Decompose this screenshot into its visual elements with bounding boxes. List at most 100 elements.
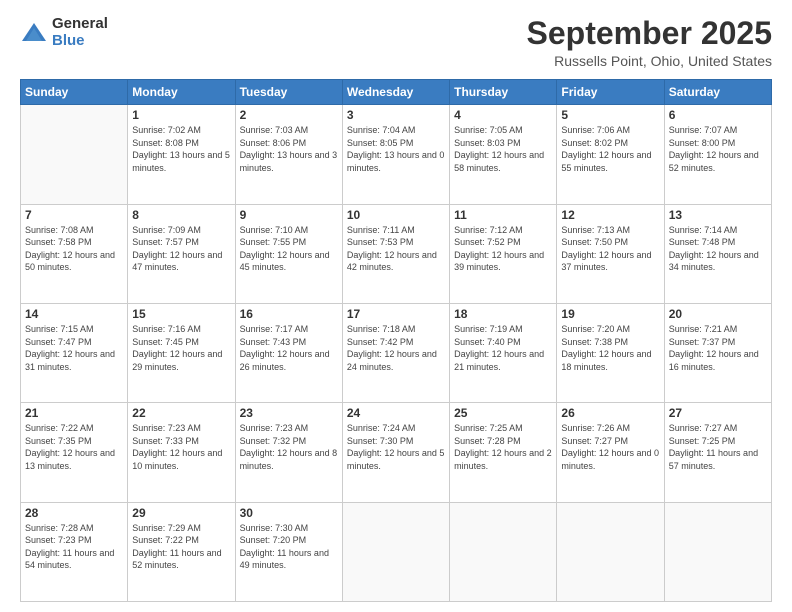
day-cell: 3 Sunrise: 7:04 AMSunset: 8:05 PMDaylight… xyxy=(342,105,449,204)
day-cell: 6Sunrise: 7:07 AMSunset: 8:00 PMDaylight… xyxy=(664,105,771,204)
day-cell: 22 Sunrise: 7:23 AMSunset: 7:33 PMDayligh… xyxy=(128,403,235,502)
page: General Blue September 2025 Russells Poi… xyxy=(0,0,792,612)
day-header-friday: Friday xyxy=(557,80,664,105)
day-number: 9 xyxy=(240,208,338,222)
day-number: 8 xyxy=(132,208,230,222)
day-number: 5 xyxy=(561,108,659,122)
day-cell: 23 Sunrise: 7:23 AMSunset: 7:32 PMDayligh… xyxy=(235,403,342,502)
day-number: 29 xyxy=(132,506,230,520)
day-number: 19 xyxy=(561,307,659,321)
day-number: 18 xyxy=(454,307,552,321)
day-info: Sunrise: 7:18 AMSunset: 7:42 PMDaylight:… xyxy=(347,323,445,373)
day-info: Sunrise: 7:02 AMSunset: 8:08 PMDaylight:… xyxy=(132,124,230,174)
day-header-row: SundayMondayTuesdayWednesdayThursdayFrid… xyxy=(21,80,772,105)
header: General Blue September 2025 Russells Poi… xyxy=(20,16,772,69)
day-info: Sunrise: 7:27 AMSunset: 7:25 PMDaylight:… xyxy=(669,422,767,472)
day-cell: 8 Sunrise: 7:09 AMSunset: 7:57 PMDaylight… xyxy=(128,204,235,303)
day-number: 15 xyxy=(132,307,230,321)
day-cell: 25 Sunrise: 7:25 AMSunset: 7:28 PMDayligh… xyxy=(450,403,557,502)
week-row-4: 21 Sunrise: 7:22 AMSunset: 7:35 PMDayligh… xyxy=(21,403,772,502)
day-info: Sunrise: 7:19 AMSunset: 7:40 PMDaylight:… xyxy=(454,323,552,373)
day-cell xyxy=(342,502,449,601)
day-cell: 30 Sunrise: 7:30 AMSunset: 7:20 PMDayligh… xyxy=(235,502,342,601)
day-number: 22 xyxy=(132,406,230,420)
calendar-body: 1 Sunrise: 7:02 AMSunset: 8:08 PMDaylight… xyxy=(21,105,772,602)
day-number: 21 xyxy=(25,406,123,420)
week-row-2: 7 Sunrise: 7:08 AMSunset: 7:58 PMDaylight… xyxy=(21,204,772,303)
day-cell: 27Sunrise: 7:27 AMSunset: 7:25 PMDayligh… xyxy=(664,403,771,502)
location: Russells Point, Ohio, United States xyxy=(527,53,772,69)
month-title: September 2025 xyxy=(527,16,772,51)
day-info: Sunrise: 7:04 AMSunset: 8:05 PMDaylight:… xyxy=(347,124,445,174)
logo: General Blue xyxy=(20,16,108,49)
day-info: Sunrise: 7:11 AMSunset: 7:53 PMDaylight:… xyxy=(347,224,445,274)
day-header-thursday: Thursday xyxy=(450,80,557,105)
day-info: Sunrise: 7:03 AMSunset: 8:06 PMDaylight:… xyxy=(240,124,338,174)
day-number: 23 xyxy=(240,406,338,420)
day-cell xyxy=(21,105,128,204)
day-info: Sunrise: 7:16 AMSunset: 7:45 PMDaylight:… xyxy=(132,323,230,373)
day-info: Sunrise: 7:23 AMSunset: 7:33 PMDaylight:… xyxy=(132,422,230,472)
day-info: Sunrise: 7:30 AMSunset: 7:20 PMDaylight:… xyxy=(240,522,338,572)
day-cell: 20 Sunrise: 7:21 AMSunset: 7:37 PMDayligh… xyxy=(664,303,771,402)
day-info: Sunrise: 7:09 AMSunset: 7:57 PMDaylight:… xyxy=(132,224,230,274)
day-info: Sunrise: 7:14 AMSunset: 7:48 PMDaylight:… xyxy=(669,224,767,274)
day-cell: 19 Sunrise: 7:20 AMSunset: 7:38 PMDayligh… xyxy=(557,303,664,402)
day-cell xyxy=(557,502,664,601)
day-cell: 29Sunrise: 7:29 AMSunset: 7:22 PMDayligh… xyxy=(128,502,235,601)
calendar-table: SundayMondayTuesdayWednesdayThursdayFrid… xyxy=(20,79,772,602)
logo-general-text: General xyxy=(52,16,108,33)
day-number: 1 xyxy=(132,108,230,122)
day-cell: 18 Sunrise: 7:19 AMSunset: 7:40 PMDayligh… xyxy=(450,303,557,402)
day-info: Sunrise: 7:13 AMSunset: 7:50 PMDaylight:… xyxy=(561,224,659,274)
day-number: 30 xyxy=(240,506,338,520)
day-info: Sunrise: 7:28 AMSunset: 7:23 PMDaylight:… xyxy=(25,522,123,572)
day-header-tuesday: Tuesday xyxy=(235,80,342,105)
day-cell: 2 Sunrise: 7:03 AMSunset: 8:06 PMDaylight… xyxy=(235,105,342,204)
day-number: 11 xyxy=(454,208,552,222)
day-number: 7 xyxy=(25,208,123,222)
calendar-header: SundayMondayTuesdayWednesdayThursdayFrid… xyxy=(21,80,772,105)
day-info: Sunrise: 7:21 AMSunset: 7:37 PMDaylight:… xyxy=(669,323,767,373)
day-cell: 11Sunrise: 7:12 AMSunset: 7:52 PMDayligh… xyxy=(450,204,557,303)
day-info: Sunrise: 7:22 AMSunset: 7:35 PMDaylight:… xyxy=(25,422,123,472)
week-row-3: 14 Sunrise: 7:15 AMSunset: 7:47 PMDayligh… xyxy=(21,303,772,402)
day-cell: 14 Sunrise: 7:15 AMSunset: 7:47 PMDayligh… xyxy=(21,303,128,402)
day-cell: 15 Sunrise: 7:16 AMSunset: 7:45 PMDayligh… xyxy=(128,303,235,402)
day-info: Sunrise: 7:06 AMSunset: 8:02 PMDaylight:… xyxy=(561,124,659,174)
logo-blue-text: Blue xyxy=(52,33,108,50)
day-number: 25 xyxy=(454,406,552,420)
day-header-sunday: Sunday xyxy=(21,80,128,105)
day-number: 10 xyxy=(347,208,445,222)
day-cell: 1 Sunrise: 7:02 AMSunset: 8:08 PMDaylight… xyxy=(128,105,235,204)
day-number: 3 xyxy=(347,108,445,122)
day-cell: 13Sunrise: 7:14 AMSunset: 7:48 PMDayligh… xyxy=(664,204,771,303)
day-cell: 24Sunrise: 7:24 AMSunset: 7:30 PMDayligh… xyxy=(342,403,449,502)
week-row-1: 1 Sunrise: 7:02 AMSunset: 8:08 PMDaylight… xyxy=(21,105,772,204)
day-info: Sunrise: 7:24 AMSunset: 7:30 PMDaylight:… xyxy=(347,422,445,472)
day-number: 2 xyxy=(240,108,338,122)
day-cell: 5 Sunrise: 7:06 AMSunset: 8:02 PMDaylight… xyxy=(557,105,664,204)
day-number: 12 xyxy=(561,208,659,222)
week-row-5: 28 Sunrise: 7:28 AMSunset: 7:23 PMDayligh… xyxy=(21,502,772,601)
day-cell: 10 Sunrise: 7:11 AMSunset: 7:53 PMDayligh… xyxy=(342,204,449,303)
title-block: September 2025 Russells Point, Ohio, Uni… xyxy=(527,16,772,69)
day-info: Sunrise: 7:23 AMSunset: 7:32 PMDaylight:… xyxy=(240,422,338,472)
day-header-saturday: Saturday xyxy=(664,80,771,105)
day-cell: 21 Sunrise: 7:22 AMSunset: 7:35 PMDayligh… xyxy=(21,403,128,502)
day-info: Sunrise: 7:25 AMSunset: 7:28 PMDaylight:… xyxy=(454,422,552,472)
day-info: Sunrise: 7:05 AMSunset: 8:03 PMDaylight:… xyxy=(454,124,552,174)
day-number: 28 xyxy=(25,506,123,520)
day-number: 4 xyxy=(454,108,552,122)
day-number: 6 xyxy=(669,108,767,122)
logo-icon xyxy=(20,19,48,47)
day-info: Sunrise: 7:08 AMSunset: 7:58 PMDaylight:… xyxy=(25,224,123,274)
day-header-wednesday: Wednesday xyxy=(342,80,449,105)
day-number: 14 xyxy=(25,307,123,321)
day-info: Sunrise: 7:15 AMSunset: 7:47 PMDaylight:… xyxy=(25,323,123,373)
day-info: Sunrise: 7:20 AMSunset: 7:38 PMDaylight:… xyxy=(561,323,659,373)
day-cell: 28 Sunrise: 7:28 AMSunset: 7:23 PMDayligh… xyxy=(21,502,128,601)
day-cell: 12 Sunrise: 7:13 AMSunset: 7:50 PMDayligh… xyxy=(557,204,664,303)
day-cell: 17Sunrise: 7:18 AMSunset: 7:42 PMDayligh… xyxy=(342,303,449,402)
day-number: 20 xyxy=(669,307,767,321)
